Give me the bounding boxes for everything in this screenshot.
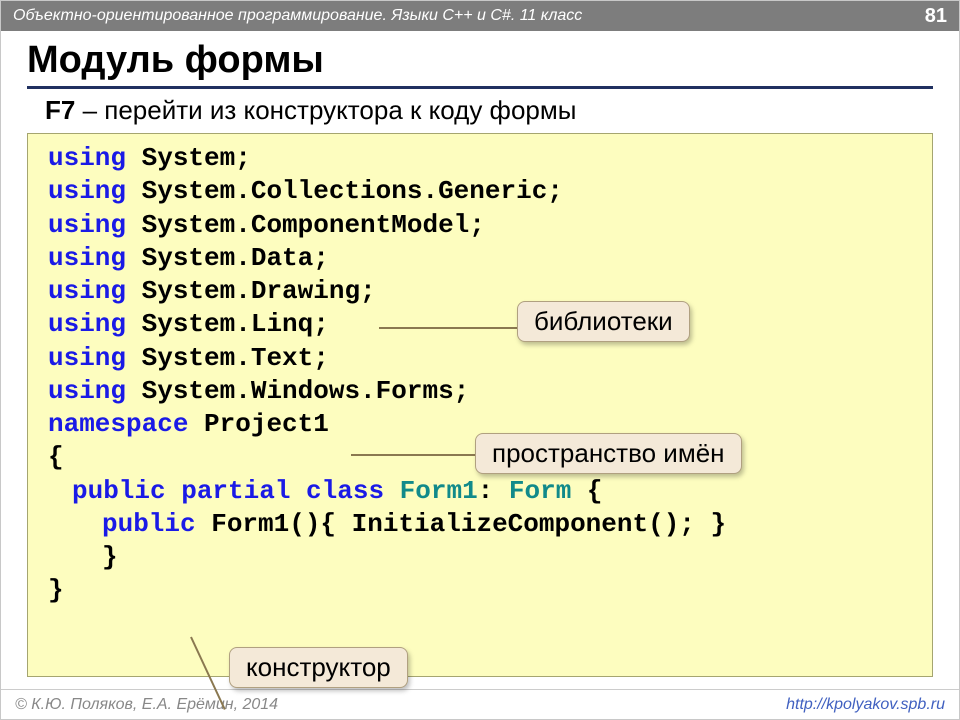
footer: © К.Ю. Поляков, Е.А. Ерёмин, 2014 http:/…: [1, 689, 959, 719]
course-title: Объектно-ориентированное программировани…: [13, 1, 582, 31]
callout-libraries: библиотеки: [517, 301, 690, 342]
code-token: Form: [509, 476, 571, 506]
code-token: using: [48, 143, 142, 173]
code-token: using: [48, 176, 142, 206]
code-token: using: [48, 309, 142, 339]
code-token: public partial class: [72, 476, 400, 506]
code-token: System.Drawing;: [142, 276, 376, 306]
slide: Объектно-ориентированное программировани…: [0, 0, 960, 720]
code-line: }: [48, 574, 916, 607]
code-token: namespace: [48, 409, 204, 439]
code-token: System.Text;: [142, 343, 329, 373]
code-token: using: [48, 376, 142, 406]
footer-link[interactable]: http://kpolyakov.spb.ru: [786, 696, 945, 714]
copyright: © К.Ю. Поляков, Е.А. Ерёмин, 2014: [15, 696, 278, 714]
code-token: public: [102, 509, 211, 539]
code-line: using System;: [48, 142, 916, 175]
code-token: System.Linq;: [142, 309, 329, 339]
code-line: using System.Collections.Generic;: [48, 175, 916, 208]
callout-line-libraries: [379, 327, 517, 329]
title-underline: [27, 86, 933, 89]
code-token: System.Collections.Generic;: [142, 176, 563, 206]
code-token: }: [48, 575, 64, 605]
code-line: }: [48, 541, 916, 574]
code-token: {: [571, 476, 602, 506]
code-line: using System.ComponentModel;: [48, 209, 916, 242]
code-token: using: [48, 343, 142, 373]
code-token: Form1: [400, 476, 478, 506]
callout-line-namespace: [351, 454, 481, 456]
hotkey-label: F7: [45, 95, 75, 125]
code-token: Project1: [204, 409, 329, 439]
code-line: public Form1(){ InitializeComponent(); }: [48, 508, 916, 541]
code-token: using: [48, 243, 142, 273]
code-line: using System.Linq;: [48, 308, 916, 341]
code-line: using System.Data;: [48, 242, 916, 275]
code-line: public partial class Form1: Form {: [48, 475, 916, 508]
slide-title: Модуль формы: [1, 31, 959, 84]
code-token: System.Data;: [142, 243, 329, 273]
page-number: 81: [925, 1, 947, 31]
code-token: System.Windows.Forms;: [142, 376, 470, 406]
subtitle-text: – перейти из конструктора к коду формы: [75, 95, 576, 125]
code-token: using: [48, 276, 142, 306]
topbar: Объектно-ориентированное программировани…: [1, 1, 959, 31]
code-line: using System.Drawing;: [48, 275, 916, 308]
code-token: :: [478, 476, 509, 506]
callout-constructor: конструктор: [229, 647, 408, 688]
code-token: System;: [142, 143, 251, 173]
code-box: using System;using System.Collections.Ge…: [27, 133, 933, 677]
code-token: {: [48, 442, 64, 472]
code-token: }: [102, 542, 118, 572]
code-token: Form1(){ InitializeComponent(); }: [211, 509, 726, 539]
code-line: using System.Windows.Forms;: [48, 375, 916, 408]
code-token: System.ComponentModel;: [142, 210, 485, 240]
subtitle: F7 – перейти из конструктора к коду форм…: [1, 95, 959, 136]
code-token: using: [48, 210, 142, 240]
callout-namespace: пространство имён: [475, 433, 742, 474]
code-line: using System.Text;: [48, 342, 916, 375]
